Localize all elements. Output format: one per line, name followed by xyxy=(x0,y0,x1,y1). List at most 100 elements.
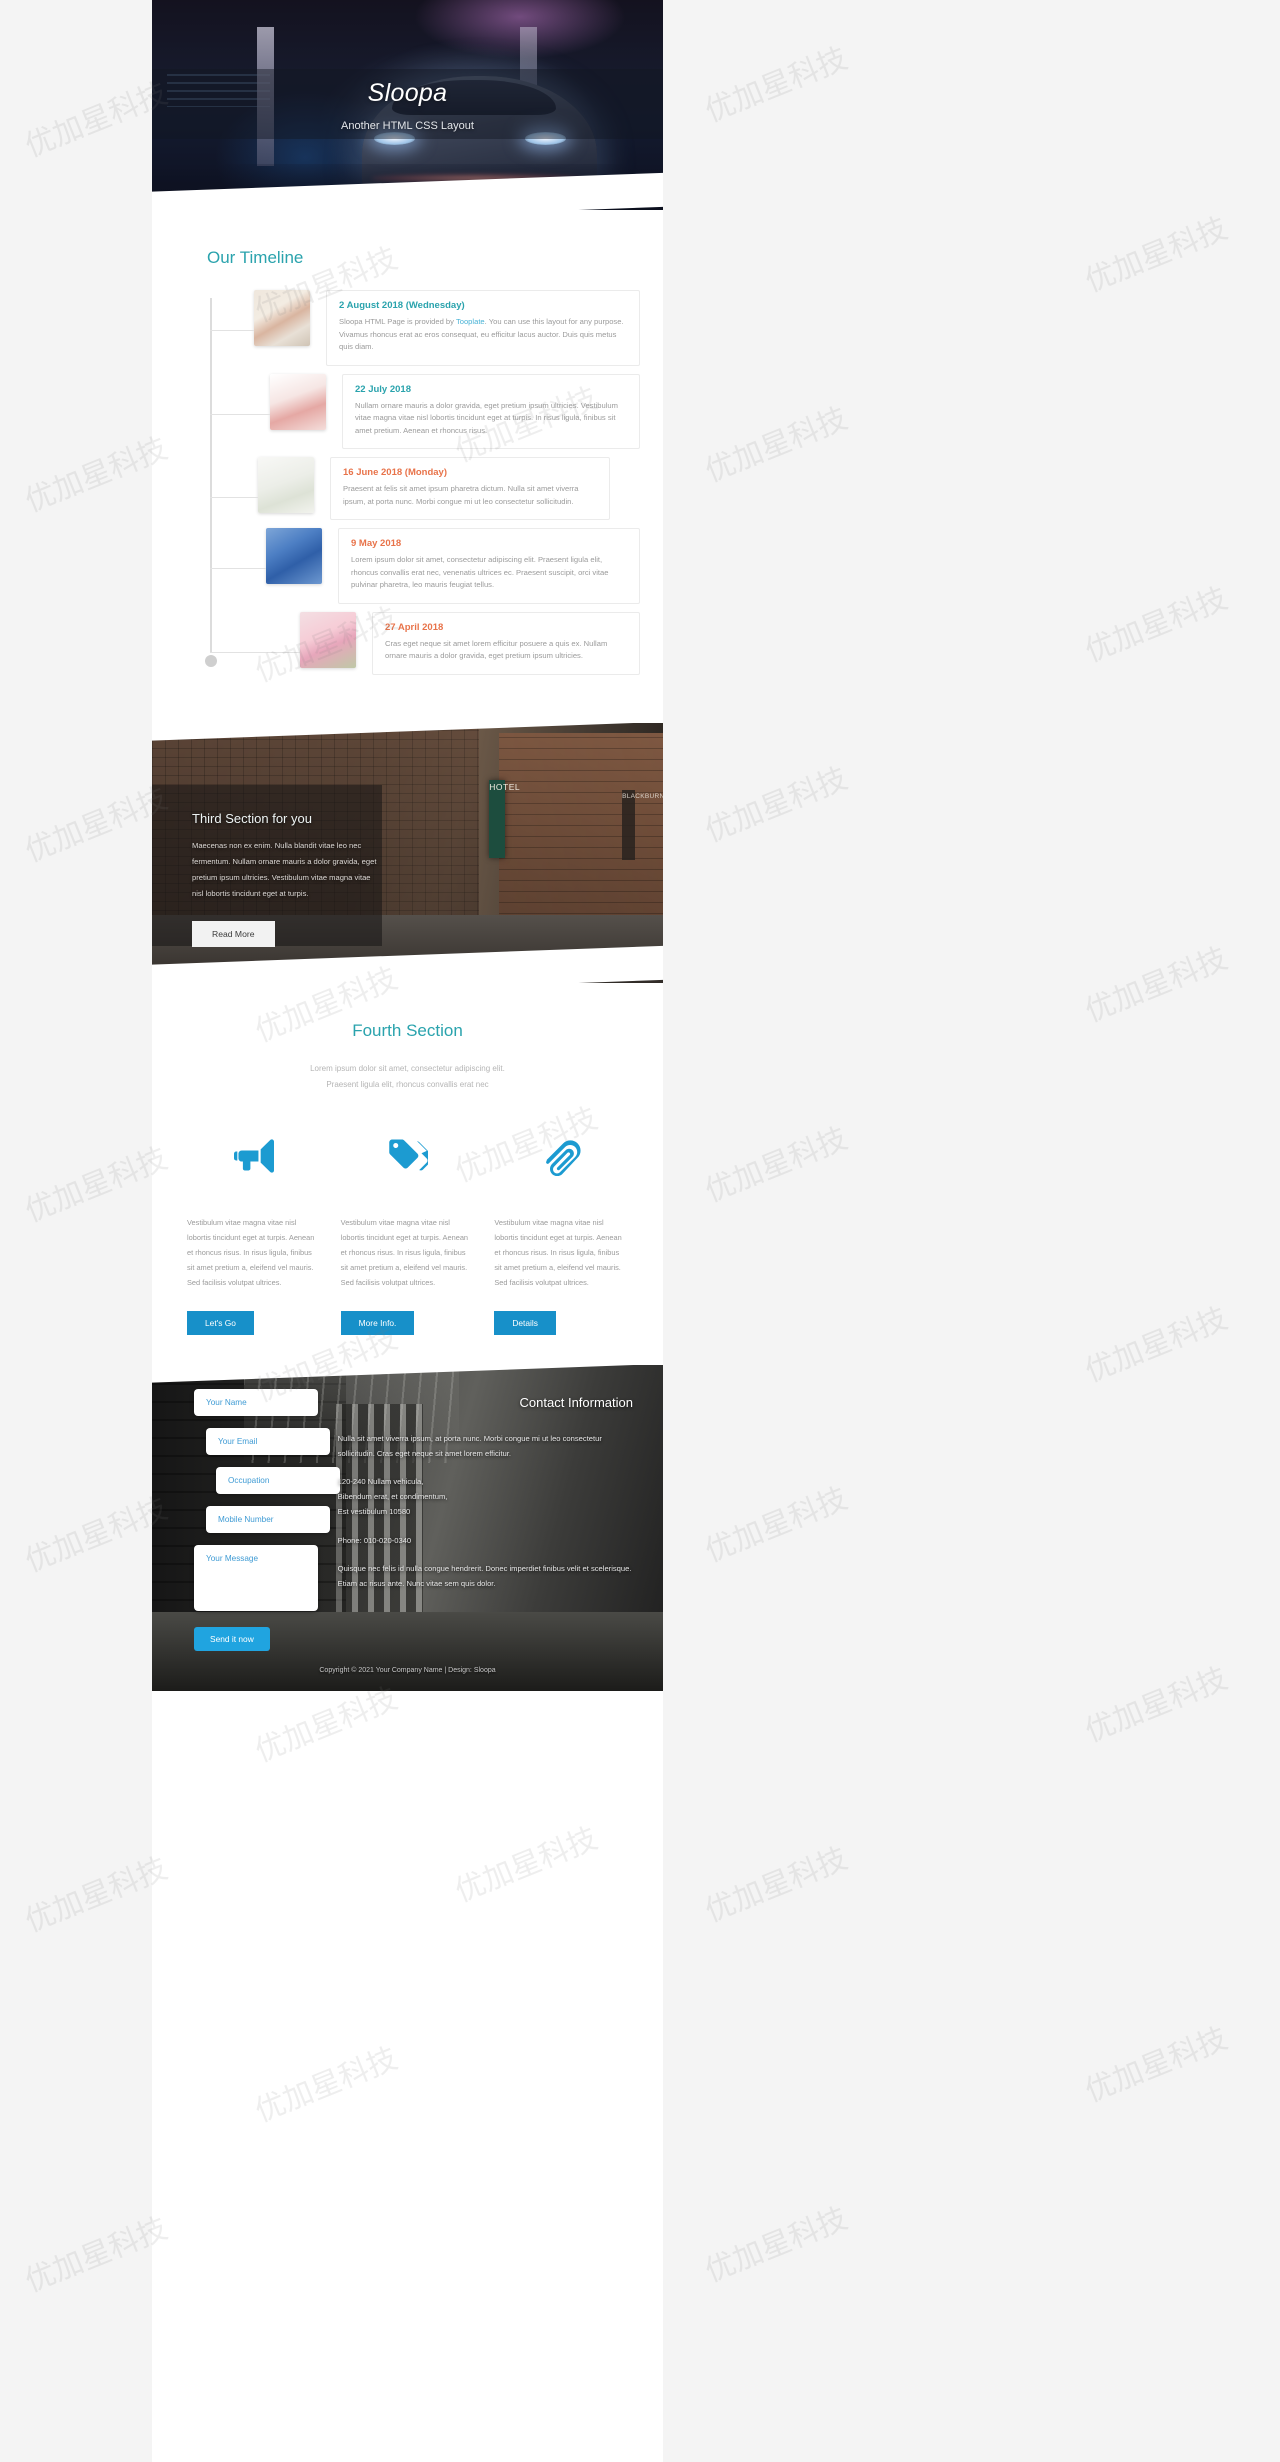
watermark: 优加星科技 xyxy=(700,760,853,850)
details-button[interactable]: Details xyxy=(494,1310,556,1335)
timeline-section: Our Timeline 2 August 2018 (Wednesday) S… xyxy=(152,210,663,723)
third-description: Maecenas non ex enim. Nulla blandit vita… xyxy=(192,840,377,898)
copyright-text: Copyright © 2021 Your Company Name | Des… xyxy=(319,1666,496,1674)
timeline-card: 9 May 2018 Lorem ipsum dolor sit amet, c… xyxy=(338,528,640,604)
timeline-item: 2 August 2018 (Wednesday) Sloopa HTML Pa… xyxy=(210,290,640,366)
contact-address: 120-240 Nullam vehicula, Bibendum erat, … xyxy=(338,1475,633,1519)
timeline-thumbnail xyxy=(300,611,356,668)
timeline-connector xyxy=(210,568,266,570)
watermark: 优加星科技 xyxy=(1080,580,1233,670)
feature-text: Vestibulum vitae magna vitae nisl lobort… xyxy=(340,1217,469,1288)
watermark: 优加星科技 xyxy=(20,2210,173,2300)
hero-section: Sloopa Another HTML CSS Layout xyxy=(152,0,663,210)
watermark: 优加星科技 xyxy=(1080,940,1233,1030)
timeline-connector xyxy=(210,413,270,415)
timeline-card: 16 June 2018 (Monday) Praesent at felis … xyxy=(330,457,610,521)
contact-section: Send it now Contact Information Nulla si… xyxy=(152,1364,663,1691)
contact-information-block: Contact Information Nulla sit amet viver… xyxy=(332,1389,633,1651)
feature-text: Vestibulum vitae magna vitae nisl lobort… xyxy=(494,1217,622,1288)
third-section: HOTEL BLACKBURN Third Section for you Ma… xyxy=(152,722,663,983)
hero-text-block: Sloopa Another HTML CSS Layout xyxy=(152,0,663,210)
timeline-description: Praesent at felis sit amet ipsum pharetr… xyxy=(343,484,579,506)
timeline-connector xyxy=(210,330,254,331)
timeline-date: 16 June 2018 (Monday) xyxy=(343,467,448,479)
timeline-date: 2 August 2018 (Wednesday) xyxy=(339,300,465,311)
timeline-card: 2 August 2018 (Wednesday) Sloopa HTML Pa… xyxy=(326,290,640,366)
fourth-subtitle: Lorem ipsum dolor sit amet, consectetur … xyxy=(152,1061,663,1093)
read-more-button[interactable]: Read More xyxy=(192,921,275,948)
timeline-thumbnail xyxy=(266,528,322,585)
message-textarea[interactable] xyxy=(194,1544,318,1611)
contact-form: Send it now xyxy=(194,1388,340,1651)
address-line-2: Bibendum erat, et condimentum, xyxy=(337,1492,448,1502)
timeline-text-before: Sloopa HTML Page is provided by xyxy=(339,317,456,326)
send-it-now-button[interactable]: Send it now xyxy=(194,1626,270,1651)
third-right-building xyxy=(499,733,663,936)
timeline-date: 27 April 2018 xyxy=(385,621,444,633)
occupation-input[interactable] xyxy=(216,1466,340,1494)
timeline-list: 2 August 2018 (Wednesday) Sloopa HTML Pa… xyxy=(205,290,640,675)
address-line-1: 120-240 Nullam vehicula, xyxy=(337,1477,424,1487)
timeline-item: 9 May 2018 Lorem ipsum dolor sit amet, c… xyxy=(210,528,640,604)
mobile-number-input[interactable] xyxy=(206,1505,330,1533)
watermark: 优加星科技 xyxy=(1080,1660,1233,1750)
timeline-thumbnail xyxy=(270,373,326,430)
timeline-heading: Our Timeline xyxy=(207,248,304,267)
blackburn-sign: BLACKBURN xyxy=(622,790,663,861)
timeline-thumbnail xyxy=(258,457,314,514)
fourth-title: Fourth Section xyxy=(352,1020,463,1040)
footer: Copyright © 2021 Your Company Name | Des… xyxy=(152,1659,663,1691)
megaphone-icon xyxy=(187,1127,321,1185)
fourth-section: Fourth Section Lorem ipsum dolor sit ame… xyxy=(152,982,663,1365)
watermark: 优加星科技 xyxy=(1080,210,1233,300)
timeline-date: 9 May 2018 xyxy=(351,538,402,550)
timeline-item: 22 July 2018 Nullam ornare mauris a dolo… xyxy=(210,373,640,450)
watermark: 优加星科技 xyxy=(20,1850,173,1940)
watermark: 优加星科技 xyxy=(700,1840,853,1930)
hotel-sign: HOTEL xyxy=(489,779,520,858)
contact-information-title: Contact Information xyxy=(519,1394,633,1410)
timeline-thumbnail xyxy=(254,290,310,346)
contact-paragraph: Nulla sit amet viverra ipsum, at porta n… xyxy=(337,1433,602,1458)
feature-text: Vestibulum vitae magna vitae nisl lobort… xyxy=(187,1217,315,1288)
contact-inner: Send it now Contact Information Nulla si… xyxy=(152,1365,663,1651)
watermark: 优加星科技 xyxy=(20,780,173,870)
timeline-connector xyxy=(210,497,258,499)
timeline-item: 27 April 2018 Cras eget neque sit amet l… xyxy=(210,611,640,675)
timeline-item: 16 June 2018 (Monday) Praesent at felis … xyxy=(210,457,640,521)
page-root: 优加星科技 优加星科技 优加星科技 优加星科技 优加星科技 优加星科技 优加星科… xyxy=(0,0,1280,2462)
feature-column: Vestibulum vitae magna vitae nisl lobort… xyxy=(494,1127,628,1335)
watermark: 优加星科技 xyxy=(1080,2020,1233,2110)
name-input[interactable] xyxy=(194,1388,318,1416)
contact-paragraph-2: Quisque nec felis id nulla congue hendre… xyxy=(337,1564,632,1589)
watermark: 优加星科技 xyxy=(700,1480,853,1570)
watermark: 优加星科技 xyxy=(700,40,853,130)
watermark: 优加星科技 xyxy=(700,1120,853,1210)
email-input[interactable] xyxy=(206,1427,330,1455)
site-container: Sloopa Another HTML CSS Layout Our Timel… xyxy=(152,0,663,2462)
hero-subtitle: Another HTML CSS Layout xyxy=(341,119,474,132)
watermark: 优加星科技 xyxy=(700,2200,853,2290)
feature-columns: Vestibulum vitae magna vitae nisl lobort… xyxy=(152,1127,663,1335)
watermark: 优加星科技 xyxy=(700,400,853,490)
tooplate-link[interactable]: Tooplate xyxy=(456,317,485,326)
paperclip-icon xyxy=(494,1127,628,1185)
feature-column: Vestibulum vitae magna vitae nisl lobort… xyxy=(187,1127,321,1335)
address-line-3: Est vestibulum 10580 xyxy=(337,1506,411,1516)
timeline-card: 22 July 2018 Nullam ornare mauris a dolo… xyxy=(342,373,640,450)
timeline-description: Cras eget neque sit amet lorem efficitur… xyxy=(385,638,608,661)
timeline-description: Sloopa HTML Page is provided by Tooplate… xyxy=(339,316,627,354)
timeline-card: 27 April 2018 Cras eget neque sit amet l… xyxy=(372,611,640,675)
more-info-button[interactable]: More Info. xyxy=(340,1310,415,1335)
fourth-subtitle-line1: Lorem ipsum dolor sit amet, consectetur … xyxy=(310,1063,505,1073)
tags-icon xyxy=(341,1127,475,1185)
lets-go-button[interactable]: Let's Go xyxy=(187,1310,254,1335)
fourth-subtitle-line2: Praesent ligula elit, rhoncus convallis … xyxy=(326,1079,489,1089)
third-title: Third Section for you xyxy=(192,810,312,826)
contact-phone: Phone: 010-020-0340 xyxy=(337,1535,412,1545)
timeline-description: Lorem ipsum dolor sit amet, consectetur … xyxy=(351,555,609,590)
watermark: 优加星科技 xyxy=(1080,1300,1233,1390)
hero-title: Sloopa xyxy=(367,78,448,107)
watermark: 优加星科技 xyxy=(20,1140,173,1230)
third-content-block: Third Section for you Maecenas non ex en… xyxy=(192,811,377,948)
